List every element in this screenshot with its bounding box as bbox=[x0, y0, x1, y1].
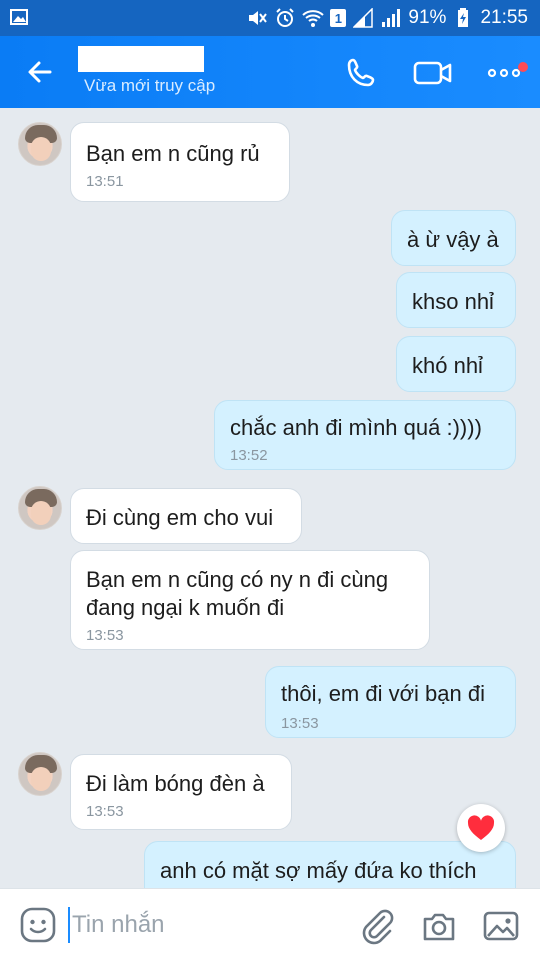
text-cursor bbox=[68, 907, 70, 943]
message-bubble-outgoing[interactable]: khso nhỉ bbox=[396, 272, 516, 328]
message-bubble-outgoing[interactable]: chắc anh đi mình quá :)))) 13:52 bbox=[214, 400, 516, 470]
message-text: à ừ vậy à bbox=[407, 227, 499, 252]
more-icon[interactable] bbox=[486, 56, 522, 90]
wifi-icon bbox=[302, 7, 325, 29]
attach-icon[interactable] bbox=[358, 907, 396, 945]
contact-status: Vừa mới truy cập bbox=[84, 76, 216, 95]
image-icon bbox=[10, 9, 28, 25]
signal-icon bbox=[352, 7, 374, 29]
message-list[interactable]: Bạn em n cũng rủ 13:51 à ừ vậy à khso nh… bbox=[0, 108, 540, 888]
message-text: thôi, em đi với bạn đi bbox=[281, 681, 485, 706]
message-bubble-incoming[interactable]: Bạn em n cũng rủ 13:51 bbox=[70, 122, 290, 202]
message-bubble-outgoing[interactable]: thôi, em đi với bạn đi 13:53 bbox=[265, 666, 516, 738]
avatar[interactable] bbox=[18, 122, 62, 166]
battery-percent: 91% bbox=[408, 7, 447, 28]
status-bar: 1 91% 21:55 bbox=[0, 0, 540, 36]
contact-name-redacted[interactable] bbox=[78, 46, 204, 72]
message-time: 13:51 bbox=[86, 173, 124, 190]
phone-icon[interactable] bbox=[344, 56, 378, 90]
message-text: khso nhỉ bbox=[412, 289, 494, 314]
status-right: 1 91% 21:55 bbox=[246, 6, 528, 30]
message-time: 13:53 bbox=[86, 803, 124, 820]
battery-charging-icon bbox=[452, 7, 474, 29]
image-icon[interactable] bbox=[482, 907, 520, 945]
heart-icon bbox=[467, 815, 495, 840]
camera-icon[interactable] bbox=[420, 907, 458, 945]
message-bubble-outgoing[interactable]: khó nhỉ bbox=[396, 336, 516, 392]
message-bubble-outgoing[interactable]: à ừ vậy à bbox=[391, 210, 516, 266]
message-input-bar: Tin nhắn bbox=[0, 888, 540, 960]
heart-reaction-button[interactable] bbox=[457, 804, 505, 852]
avatar[interactable] bbox=[18, 486, 62, 530]
message-bubble-outgoing[interactable]: anh có mặt sợ mấy đứa ko thích bbox=[144, 841, 516, 888]
message-bubble-incoming[interactable]: Đi làm bóng đèn à 13:53 bbox=[70, 754, 292, 830]
message-text-line1: Bạn em n cũng có ny n đi cùng bbox=[86, 567, 389, 592]
message-text: chắc anh đi mình quá :)))) bbox=[230, 415, 482, 440]
message-text: Đi cùng em cho vui bbox=[86, 505, 274, 530]
message-input[interactable]: Tin nhắn bbox=[72, 911, 165, 939]
video-icon[interactable] bbox=[412, 56, 454, 90]
message-text: Đi làm bóng đèn à bbox=[86, 771, 265, 796]
sim-icon: 1 bbox=[330, 9, 347, 27]
message-bubble-incoming[interactable]: Đi cùng em cho vui bbox=[70, 488, 302, 544]
message-text: Bạn em n cũng rủ bbox=[86, 141, 260, 166]
notification-dot bbox=[518, 62, 528, 72]
message-text: khó nhỉ bbox=[412, 353, 483, 378]
message-time: 13:53 bbox=[281, 715, 319, 732]
mute-icon bbox=[246, 7, 268, 29]
message-text-line2: đang ngại k muốn đi bbox=[86, 595, 285, 620]
avatar[interactable] bbox=[18, 752, 62, 796]
message-time: 13:52 bbox=[230, 447, 268, 464]
back-arrow-icon[interactable] bbox=[24, 56, 56, 88]
message-text: anh có mặt sợ mấy đứa ko thích bbox=[160, 858, 477, 883]
signal-icon-2 bbox=[380, 7, 402, 29]
emoji-icon[interactable] bbox=[20, 907, 56, 943]
message-time: 13:53 bbox=[86, 627, 124, 644]
chat-header: Vừa mới truy cập bbox=[0, 36, 540, 108]
alarm-icon bbox=[274, 7, 296, 29]
clock: 21:55 bbox=[480, 7, 528, 28]
message-bubble-incoming[interactable]: Bạn em n cũng có ny n đi cùng đang ngại … bbox=[70, 550, 430, 650]
